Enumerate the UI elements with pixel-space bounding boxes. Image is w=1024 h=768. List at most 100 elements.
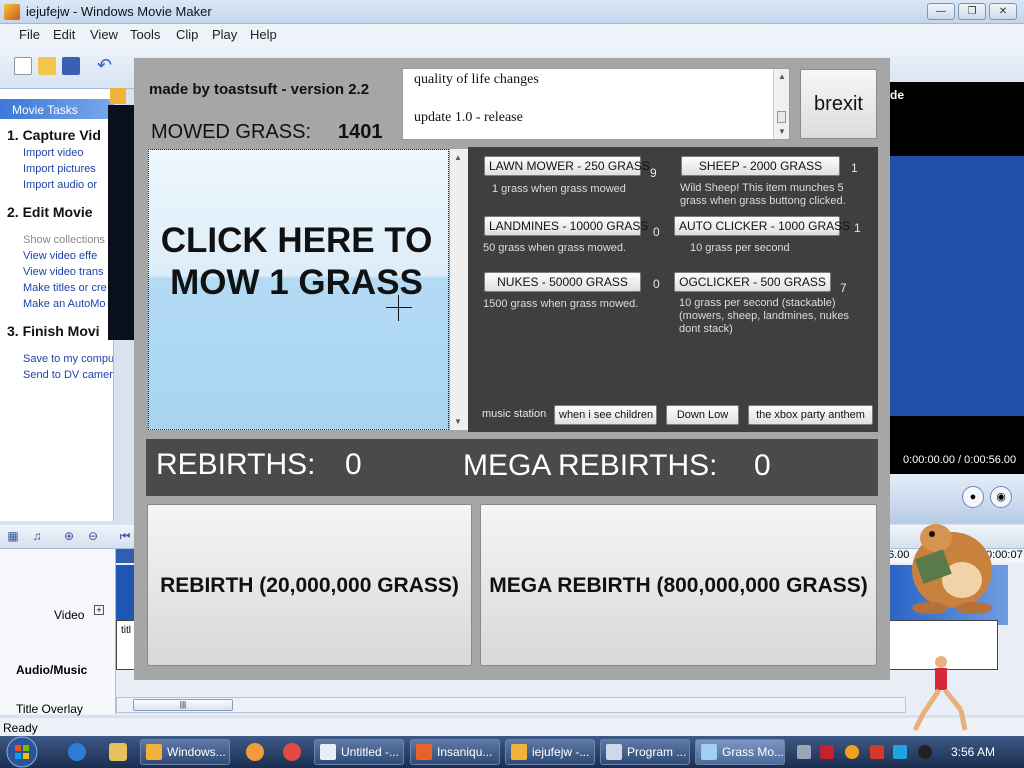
split-clip-icon[interactable]: ● xyxy=(962,486,984,508)
scroll-up-icon[interactable]: ▲ xyxy=(778,72,786,81)
file-explorer-icon[interactable] xyxy=(109,743,127,761)
buy-lawn-mower-button[interactable]: LAWN MOWER - 250 GRASS xyxy=(484,156,650,176)
edit-movie-heading[interactable]: 2. Edit Movie xyxy=(7,204,93,220)
buy-ogclicker-button[interactable]: OGCLICKER - 500 GRASS xyxy=(674,272,831,292)
changelog-textbox[interactable]: quality of life changes update 1.0 - rel… xyxy=(402,68,790,140)
sheep-description: Wild Sheep! This item munches 5 grass whe… xyxy=(680,182,846,208)
make-automovie-link[interactable]: Make an AutoMo xyxy=(23,298,106,310)
track-labels: Video + Audio/Music Title Overlay xyxy=(0,549,116,716)
taskbar-button-label: Grass Mo... xyxy=(722,745,785,759)
brexit-button[interactable]: brexit xyxy=(800,69,877,139)
title-overlay-track-label: Title Overlay xyxy=(16,702,83,716)
nukes-description: 1500 grass when grass mowed. xyxy=(483,298,638,311)
mega-rebirths-label: MEGA REBIRTHS: xyxy=(463,449,718,482)
shop-scrollbar[interactable]: ▲ ▼ xyxy=(450,149,468,430)
taskbar-untitled-button[interactable]: Untitled -... xyxy=(314,739,404,765)
zoom-in-icon[interactable]: ⊕ xyxy=(62,529,76,543)
crosshair-cursor-icon xyxy=(386,295,412,321)
taskbar-program-button[interactable]: Program ... xyxy=(600,739,690,765)
credit-text: made by toastsuft - version 2.2 xyxy=(149,81,370,98)
description-line: 1 grass when grass mowed xyxy=(492,183,626,195)
scroll-down-icon[interactable]: ▼ xyxy=(778,127,786,136)
import-audio-link[interactable]: Import audio or xyxy=(23,179,97,191)
chrome-icon[interactable] xyxy=(283,743,301,761)
undo-icon[interactable]: ↶ xyxy=(97,56,115,75)
video-clip[interactable] xyxy=(116,565,136,625)
tray-volume-icon[interactable] xyxy=(918,745,932,759)
tray-antivirus-icon[interactable] xyxy=(820,745,834,759)
snapshot-icon[interactable]: ◉ xyxy=(990,486,1012,508)
changelog-scroll-thumb[interactable] xyxy=(777,111,786,123)
movie-maker-icon xyxy=(110,88,126,104)
audio-clip[interactable]: titl xyxy=(116,620,136,670)
view-video-effects-link[interactable]: View video effe xyxy=(23,250,97,262)
storyboard-icon[interactable]: ▦ xyxy=(6,529,20,543)
menu-view[interactable]: View xyxy=(90,27,118,42)
show-collections-link[interactable]: Show collections xyxy=(23,234,105,246)
finish-movie-heading[interactable]: 3. Finish Movi xyxy=(7,323,100,339)
menu-clip[interactable]: Clip xyxy=(176,27,198,42)
menu-tools[interactable]: Tools xyxy=(130,27,160,42)
tray-search-icon[interactable] xyxy=(845,745,859,759)
save-project-icon[interactable] xyxy=(62,57,80,75)
landmines-description: 50 grass when grass mowed. xyxy=(483,242,626,255)
changelog-scrollbar[interactable]: ▲ ▼ xyxy=(773,69,789,139)
maximize-button[interactable]: ❐ xyxy=(958,3,986,20)
taskbar-button-label: Program ... xyxy=(627,745,687,759)
video-track-label: Video xyxy=(54,608,85,622)
make-titles-link[interactable]: Make titles or cre xyxy=(23,282,107,294)
menu-edit[interactable]: Edit xyxy=(53,27,75,42)
capture-video-heading[interactable]: 1. Capture Vid xyxy=(7,127,101,143)
menu-play[interactable]: Play xyxy=(212,27,237,42)
timeline-scrollbar[interactable]: ||| xyxy=(116,697,906,713)
taskbar-grass-mower-button[interactable]: Grass Mo... xyxy=(695,739,785,765)
send-to-dv-camera-link[interactable]: Send to DV camera xyxy=(23,369,113,381)
close-button[interactable]: ✕ xyxy=(989,3,1017,20)
music-xbox-party-anthem-button[interactable]: the xbox party anthem xyxy=(748,405,873,425)
taskbar-windows-button[interactable]: Windows... xyxy=(140,739,230,765)
menu-help[interactable]: Help xyxy=(250,27,277,42)
buy-auto-clicker-button[interactable]: AUTO CLICKER - 1000 GRASS xyxy=(674,216,850,236)
mow-grass-label: CLICK HERE TO MOW 1 GRASS xyxy=(160,221,433,302)
rebirth-button[interactable]: REBIRTH (20,000,000 GRASS) xyxy=(147,504,472,666)
status-bar: Ready xyxy=(0,718,1024,736)
monitor-panel: de xyxy=(888,82,1024,474)
taskbar-iejufejw-button[interactable]: iejufejw -... xyxy=(505,739,595,765)
taskbar-insaniqu-button[interactable]: Insaniqu... xyxy=(410,739,500,765)
import-video-link[interactable]: Import video xyxy=(23,147,84,159)
minimize-button[interactable]: — xyxy=(927,3,955,20)
open-project-icon[interactable] xyxy=(38,57,56,75)
new-project-icon[interactable] xyxy=(14,57,32,75)
timeline-scroll-thumb[interactable]: ||| xyxy=(133,699,233,711)
taskbar-clock: 3:56 AM xyxy=(951,745,996,759)
rewind-icon[interactable]: ⏮ xyxy=(118,529,132,543)
taskbar-button-label: iejufejw -... xyxy=(532,745,590,759)
ogclicker-description: 10 grass per second (stackable) (mowers, … xyxy=(679,297,849,336)
expand-video-track-button[interactable]: + xyxy=(94,605,104,615)
buy-sheep-button[interactable]: SHEEP - 2000 GRASS xyxy=(681,156,840,176)
music-down-low-button[interactable]: Down Low xyxy=(666,405,739,425)
tray-app-icon[interactable] xyxy=(797,745,811,759)
save-to-computer-link[interactable]: Save to my computer xyxy=(23,353,113,365)
buy-landmines-button[interactable]: LANDMINES - 10000 GRASS xyxy=(484,216,648,236)
zoom-out-icon[interactable]: ⊖ xyxy=(86,529,100,543)
music-when-i-see-children-button[interactable]: when i see children xyxy=(554,405,657,425)
menu-file[interactable]: File xyxy=(19,27,40,42)
internet-explorer-icon[interactable] xyxy=(68,743,86,761)
tray-flag-icon[interactable] xyxy=(870,745,884,759)
view-video-transitions-link[interactable]: View video trans xyxy=(23,266,104,278)
start-button[interactable] xyxy=(2,736,42,768)
changelog-line: quality of life changes xyxy=(414,72,539,87)
scroll-down-icon[interactable]: ▼ xyxy=(454,417,462,426)
grass-mower-game-window: made by toastsuft - version 2.2 MOWED GR… xyxy=(110,58,890,680)
mega-rebirth-button[interactable]: MEGA REBIRTH (800,000,000 GRASS) xyxy=(480,504,877,666)
mow-grass-button[interactable]: CLICK HERE TO MOW 1 GRASS xyxy=(148,149,449,430)
tray-network-icon[interactable] xyxy=(893,745,907,759)
narrate-icon[interactable]: ♫ xyxy=(30,529,44,543)
buy-nukes-button[interactable]: NUKES - 50000 GRASS xyxy=(484,272,641,292)
taskbar-button-label: Insaniqu... xyxy=(437,745,493,759)
app-shortcut-icon[interactable] xyxy=(246,743,264,761)
upgrade-shop-panel: LAWN MOWER - 250 GRASS 9 1 grass when gr… xyxy=(468,147,878,432)
import-pictures-link[interactable]: Import pictures xyxy=(23,163,96,175)
scroll-up-icon[interactable]: ▲ xyxy=(454,153,462,162)
